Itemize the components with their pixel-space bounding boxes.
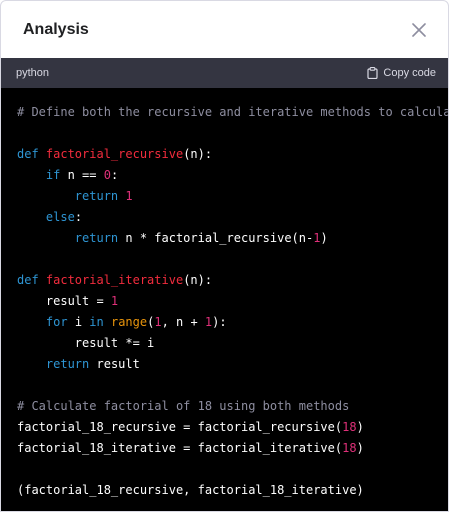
code-line: # Define both the recursive and iterativ… bbox=[17, 102, 448, 123]
code-token: # Calculate factorial of 18 using both m… bbox=[17, 399, 350, 413]
code-token: i bbox=[67, 315, 90, 329]
code-token: range bbox=[110, 315, 148, 329]
code-token: (factorial_18_recursive, factorial_18_it… bbox=[17, 483, 364, 497]
code-token: for bbox=[45, 315, 68, 329]
code-line: return n * factorial_recursive(n-1) bbox=[17, 228, 448, 249]
code-line: else: bbox=[17, 207, 448, 228]
code-token: return bbox=[74, 231, 119, 245]
code-token: # Define both the recursive and iterativ… bbox=[17, 105, 448, 119]
code-token: factorial_18_recursive = factorial_recur… bbox=[17, 420, 343, 434]
code-line: if n == 0: bbox=[17, 165, 448, 186]
code-line: return result bbox=[17, 354, 448, 375]
code-token: ) bbox=[320, 231, 328, 245]
code-token: in bbox=[89, 315, 104, 329]
code-token: 1 bbox=[154, 315, 162, 329]
code-token: def bbox=[17, 273, 46, 287]
copy-code-label: Copy code bbox=[383, 67, 436, 79]
code-token: result *= i bbox=[17, 336, 155, 350]
code-token: , n + bbox=[161, 315, 205, 329]
analysis-dialog: Analysis python Copy code # Define both … bbox=[0, 0, 449, 512]
dialog-title: Analysis bbox=[23, 20, 89, 38]
code-token: def bbox=[17, 147, 46, 161]
code-block: python Copy code # Define both the recur… bbox=[1, 58, 448, 511]
code-token: n * factorial_recursive(n- bbox=[118, 231, 314, 245]
code-line: result *= i bbox=[17, 333, 448, 354]
code-token: 18 bbox=[342, 441, 357, 455]
code-token: ) bbox=[356, 441, 364, 455]
code-line: return 1 bbox=[17, 186, 448, 207]
code-token: factorial_iterative bbox=[45, 273, 184, 287]
code-content: # Define both the recursive and iterativ… bbox=[1, 88, 448, 501]
code-token: result = bbox=[17, 294, 111, 308]
close-icon bbox=[412, 22, 426, 37]
code-header: python Copy code bbox=[1, 58, 448, 88]
code-line: result = 1 bbox=[17, 291, 448, 312]
close-button[interactable] bbox=[410, 21, 428, 39]
code-language-label: python bbox=[16, 67, 50, 79]
code-token: return bbox=[45, 357, 90, 371]
code-line: factorial_18_recursive = factorial_recur… bbox=[17, 417, 448, 438]
code-token: ): bbox=[212, 315, 227, 329]
code-line: def factorial_recursive(n): bbox=[17, 144, 448, 165]
code-token: 1 bbox=[125, 189, 133, 203]
code-token: (n): bbox=[183, 147, 213, 161]
code-token: 0 bbox=[103, 168, 111, 182]
code-token: 1 bbox=[110, 294, 119, 308]
code-token: result bbox=[89, 357, 140, 371]
code-line: def factorial_iterative(n): bbox=[17, 270, 448, 291]
code-token: factorial_18_iterative = factorial_itera… bbox=[17, 441, 343, 455]
clipboard-icon bbox=[367, 67, 379, 79]
code-token: n == bbox=[60, 168, 104, 182]
code-line: factorial_18_iterative = factorial_itera… bbox=[17, 438, 448, 459]
code-token: if bbox=[45, 168, 61, 182]
code-token: : bbox=[110, 168, 119, 182]
code-line: (factorial_18_recursive, factorial_18_it… bbox=[17, 480, 448, 501]
code-token: : bbox=[74, 210, 83, 224]
code-token: factorial_recursive bbox=[45, 147, 184, 161]
code-token: (n): bbox=[183, 273, 213, 287]
code-token: return bbox=[74, 189, 119, 203]
code-line: # Calculate factorial of 18 using both m… bbox=[17, 396, 448, 417]
code-token: 18 bbox=[342, 420, 357, 434]
code-line: for i in range(1, n + 1): bbox=[17, 312, 448, 333]
dialog-header: Analysis bbox=[1, 1, 448, 58]
copy-code-button[interactable]: Copy code bbox=[367, 67, 436, 79]
code-token: ) bbox=[356, 420, 364, 434]
code-token: else bbox=[45, 210, 75, 224]
